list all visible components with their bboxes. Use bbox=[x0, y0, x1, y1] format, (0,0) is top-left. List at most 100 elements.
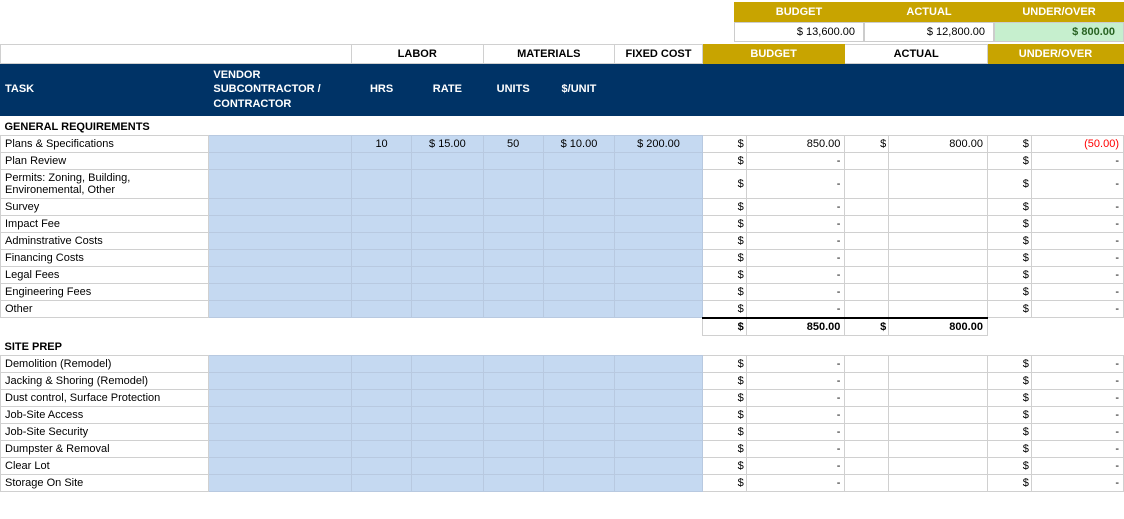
input-cell[interactable] bbox=[615, 440, 703, 457]
input-cell[interactable] bbox=[209, 457, 352, 474]
input-cell[interactable] bbox=[483, 215, 543, 232]
input-cell[interactable] bbox=[351, 266, 411, 283]
input-cell[interactable] bbox=[209, 266, 352, 283]
input-cell[interactable]: $ 10.00 bbox=[543, 135, 614, 152]
input-cell[interactable] bbox=[483, 474, 543, 491]
input-cell[interactable] bbox=[483, 152, 543, 169]
input-cell[interactable] bbox=[412, 215, 483, 232]
input-cell[interactable] bbox=[209, 372, 352, 389]
input-cell[interactable] bbox=[351, 372, 411, 389]
input-cell[interactable] bbox=[412, 440, 483, 457]
input-cell[interactable] bbox=[209, 300, 352, 318]
input-cell[interactable] bbox=[483, 300, 543, 318]
input-cell[interactable] bbox=[483, 372, 543, 389]
input-cell[interactable] bbox=[412, 266, 483, 283]
input-cell[interactable] bbox=[412, 152, 483, 169]
input-cell[interactable] bbox=[615, 215, 703, 232]
input-cell[interactable] bbox=[543, 152, 614, 169]
input-cell[interactable] bbox=[209, 249, 352, 266]
input-cell[interactable] bbox=[412, 389, 483, 406]
input-cell[interactable] bbox=[209, 474, 352, 491]
input-cell[interactable] bbox=[412, 423, 483, 440]
input-cell[interactable] bbox=[615, 355, 703, 372]
input-cell[interactable] bbox=[615, 389, 703, 406]
input-cell[interactable] bbox=[209, 152, 352, 169]
input-cell[interactable] bbox=[615, 232, 703, 249]
input-cell[interactable] bbox=[615, 406, 703, 423]
input-cell[interactable] bbox=[412, 198, 483, 215]
input-cell[interactable] bbox=[543, 249, 614, 266]
input-cell[interactable] bbox=[351, 423, 411, 440]
input-cell[interactable] bbox=[543, 457, 614, 474]
input-cell[interactable] bbox=[209, 406, 352, 423]
input-cell[interactable] bbox=[351, 474, 411, 491]
input-cell[interactable] bbox=[209, 215, 352, 232]
input-cell[interactable] bbox=[209, 355, 352, 372]
input-cell[interactable] bbox=[209, 135, 352, 152]
input-cell[interactable] bbox=[412, 249, 483, 266]
input-cell[interactable] bbox=[351, 232, 411, 249]
input-cell[interactable] bbox=[543, 440, 614, 457]
input-cell[interactable] bbox=[543, 406, 614, 423]
input-cell[interactable] bbox=[351, 215, 411, 232]
input-cell[interactable] bbox=[412, 457, 483, 474]
input-cell[interactable] bbox=[351, 198, 411, 215]
input-cell[interactable] bbox=[351, 389, 411, 406]
input-cell[interactable] bbox=[615, 457, 703, 474]
input-cell[interactable] bbox=[483, 169, 543, 198]
input-cell[interactable]: $ 15.00 bbox=[412, 135, 483, 152]
input-cell[interactable] bbox=[351, 283, 411, 300]
input-cell[interactable] bbox=[543, 198, 614, 215]
input-cell[interactable] bbox=[615, 169, 703, 198]
input-cell[interactable] bbox=[412, 300, 483, 318]
input-cell[interactable] bbox=[209, 232, 352, 249]
input-cell[interactable] bbox=[543, 283, 614, 300]
input-cell[interactable] bbox=[615, 152, 703, 169]
input-cell[interactable] bbox=[483, 249, 543, 266]
input-cell[interactable] bbox=[351, 300, 411, 318]
input-cell[interactable] bbox=[543, 423, 614, 440]
input-cell[interactable] bbox=[412, 232, 483, 249]
input-cell[interactable] bbox=[209, 283, 352, 300]
input-cell[interactable] bbox=[351, 249, 411, 266]
input-cell[interactable] bbox=[543, 266, 614, 283]
input-cell[interactable] bbox=[351, 152, 411, 169]
input-cell[interactable] bbox=[543, 300, 614, 318]
input-cell[interactable] bbox=[615, 423, 703, 440]
input-cell[interactable] bbox=[483, 283, 543, 300]
input-cell[interactable] bbox=[543, 389, 614, 406]
input-cell[interactable]: $ 200.00 bbox=[615, 135, 703, 152]
input-cell[interactable] bbox=[615, 283, 703, 300]
input-cell[interactable] bbox=[412, 355, 483, 372]
input-cell[interactable] bbox=[615, 300, 703, 318]
input-cell[interactable] bbox=[615, 474, 703, 491]
input-cell[interactable] bbox=[483, 406, 543, 423]
input-cell[interactable] bbox=[483, 266, 543, 283]
input-cell[interactable] bbox=[351, 457, 411, 474]
input-cell[interactable] bbox=[351, 440, 411, 457]
input-cell[interactable] bbox=[412, 169, 483, 198]
input-cell[interactable] bbox=[615, 372, 703, 389]
input-cell[interactable] bbox=[209, 389, 352, 406]
input-cell[interactable] bbox=[351, 406, 411, 423]
input-cell[interactable] bbox=[543, 215, 614, 232]
input-cell[interactable] bbox=[483, 457, 543, 474]
input-cell[interactable] bbox=[543, 474, 614, 491]
input-cell[interactable] bbox=[412, 283, 483, 300]
input-cell[interactable] bbox=[483, 389, 543, 406]
input-cell[interactable] bbox=[615, 266, 703, 283]
input-cell[interactable] bbox=[209, 423, 352, 440]
input-cell[interactable] bbox=[483, 198, 543, 215]
input-cell[interactable]: 10 bbox=[351, 135, 411, 152]
input-cell[interactable] bbox=[351, 169, 411, 198]
input-cell[interactable] bbox=[351, 355, 411, 372]
input-cell[interactable] bbox=[412, 474, 483, 491]
input-cell[interactable] bbox=[483, 423, 543, 440]
input-cell[interactable] bbox=[543, 372, 614, 389]
input-cell[interactable]: 50 bbox=[483, 135, 543, 152]
input-cell[interactable] bbox=[412, 406, 483, 423]
input-cell[interactable] bbox=[209, 169, 352, 198]
input-cell[interactable] bbox=[483, 440, 543, 457]
input-cell[interactable] bbox=[412, 372, 483, 389]
input-cell[interactable] bbox=[543, 232, 614, 249]
